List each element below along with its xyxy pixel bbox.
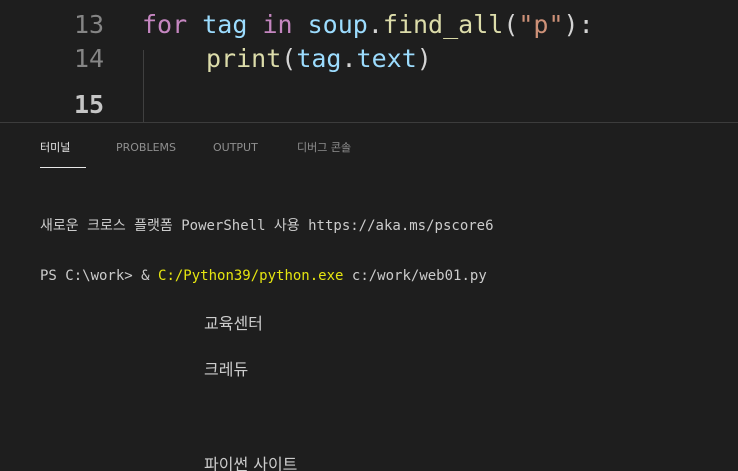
- line-number: 14: [74, 44, 105, 73]
- code-line-15[interactable]: 15: [0, 88, 738, 122]
- punctuation-token: ): [416, 44, 432, 73]
- line-number: 15: [74, 90, 105, 119]
- variable-token: tag: [296, 44, 342, 73]
- keyword-token: in: [262, 10, 293, 39]
- code-text[interactable]: for tag in soup.find_all("p"):: [142, 8, 594, 42]
- code-text[interactable]: print(tag.text): [206, 42, 432, 76]
- terminal-output-line: 교육센터: [204, 314, 263, 333]
- bottom-panel: 터미널 PROBLEMS OUTPUT 디버그 콘솔 새로운 크로스 플랫폼 P…: [0, 122, 738, 471]
- variable-token: tag: [202, 10, 248, 39]
- code-line-14[interactable]: 14 print(tag.text): [0, 42, 738, 76]
- python-exe-path: C:/Python39/python.exe: [158, 268, 344, 284]
- terminal-prompt: PS C:\work> &: [40, 268, 150, 284]
- punctuation-token: ):: [563, 10, 594, 39]
- terminal-banner: 새로운 크로스 플랫폼 PowerShell 사용 https://aka.ms…: [40, 218, 494, 234]
- punctuation-token: .: [341, 44, 357, 73]
- terminal-command-line: PS C:\work> & C:/Python39/python.exe c:/…: [40, 266, 487, 286]
- punctuation-token: .: [367, 10, 383, 39]
- code-line-13[interactable]: 13 for tag in soup.find_all("p"):: [0, 8, 738, 42]
- variable-token: soup: [307, 10, 368, 39]
- function-token: print: [206, 44, 282, 73]
- variable-token: text: [356, 44, 417, 73]
- function-token: find_all: [382, 10, 504, 39]
- string-token: "p": [518, 10, 564, 39]
- terminal-view[interactable]: 새로운 크로스 플랫폼 PowerShell 사용 https://aka.ms…: [0, 123, 738, 471]
- line-number: 13: [74, 10, 105, 39]
- punctuation-token: (: [281, 44, 297, 73]
- punctuation-token: (: [503, 10, 519, 39]
- terminal-output-line: 크레듀: [204, 360, 249, 379]
- terminal-output-line: 파이썬 사이트: [204, 455, 298, 471]
- code-editor[interactable]: 13 for tag in soup.find_all("p"): 14 pri…: [0, 0, 738, 122]
- script-argument: c:/work/web01.py: [351, 268, 487, 284]
- keyword-token: for: [142, 10, 188, 39]
- vscode-window: 13 for tag in soup.find_all("p"): 14 pri…: [0, 0, 738, 471]
